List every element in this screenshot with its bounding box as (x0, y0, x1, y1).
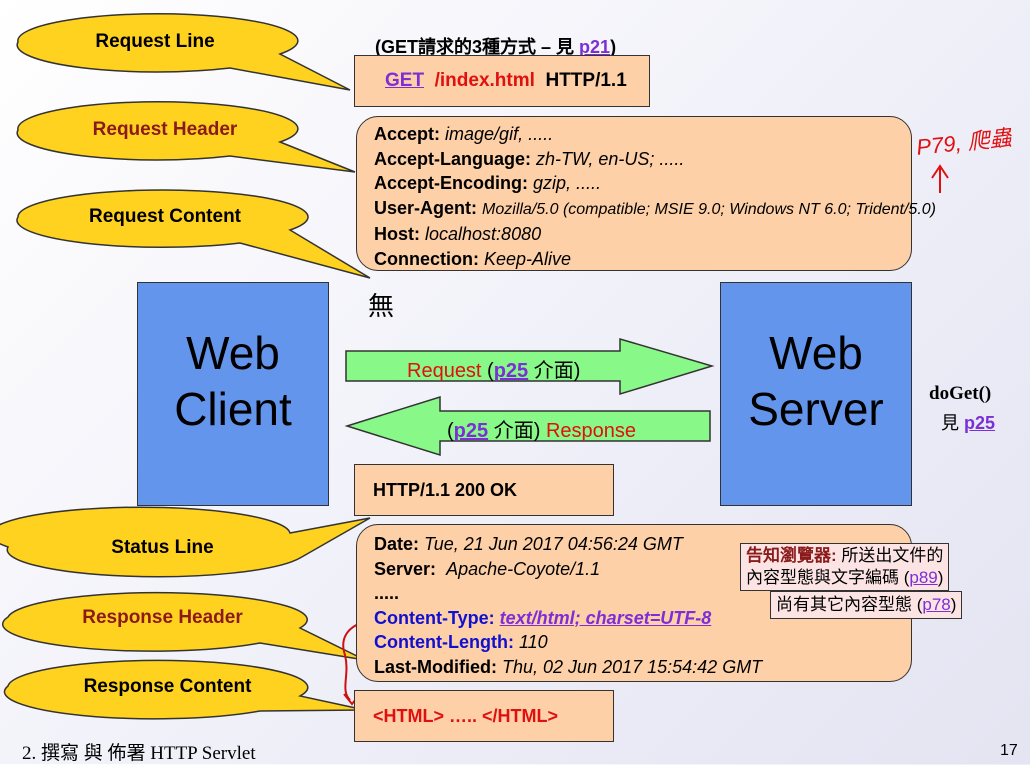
header-accept: Accept: image/gif, ..... (374, 124, 554, 144)
link-p25-response[interactable]: p25 (454, 420, 488, 442)
callout-request-header: Request Header (92, 119, 238, 140)
header-content-length: Content-Length: 110 (374, 632, 548, 652)
content-type-note: 告知瀏覽器: 所送出文件的 內容型態與文字編碼 (p89) (740, 543, 950, 591)
footer-page-number: 17 (1000, 742, 1018, 759)
header-dots: ..... (374, 583, 400, 603)
header-server: Server: Apache-Coyote/1.1 (374, 558, 601, 579)
request-arrow-label: Request (p25 介面) (407, 360, 581, 382)
response-arrow-label: (p25 介面) Response (447, 420, 636, 442)
header-accept-language: Accept-Language: zh-TW, en-US; ..... (374, 148, 685, 169)
link-p25-request[interactable]: p25 (494, 360, 528, 382)
header-content-type: Content-Type: text/html; charset=UTF-8 (374, 607, 712, 628)
request-method[interactable]: GET (385, 70, 424, 91)
response-content-box: <HTML> ….. </HTML> (354, 690, 614, 742)
header-connection: Connection: Keep-Alive (374, 248, 572, 269)
web-client-box: Web Client (137, 282, 329, 506)
header-host: Host: localhost:8080 (374, 224, 542, 244)
request-header-list: Accept: image/gif, ..... Accept-Language… (374, 122, 936, 271)
response-header-list: Date: Tue, 21 Jun 2017 04:56:24 GMT Serv… (374, 532, 762, 679)
callout-request-content-bubble (16, 189, 371, 279)
header-user-agent: User-Agent: Mozilla/5.0 (compatible; MSI… (374, 197, 936, 218)
doget-see: 見 p25 (941, 413, 996, 433)
link-p78[interactable]: p78 (922, 595, 950, 614)
header-accept-encoding: Accept-Encoding: gzip, ..... (374, 173, 602, 193)
web-server-box: Web Server (720, 282, 912, 506)
request-protocol: HTTP/1.1 (545, 70, 627, 91)
status-line-box: HTTP/1.1 200 OK (354, 464, 614, 516)
request-content-value: 無 (368, 291, 395, 321)
callout-request-content: Request Content (89, 206, 241, 227)
request-line-box: GET /index.html HTTP/1.1 (354, 55, 650, 107)
callout-request-line: Request Line (95, 31, 215, 52)
link-p21[interactable]: p21 (579, 37, 610, 57)
request-path: /index.html (434, 70, 535, 91)
status-line-text: HTTP/1.1 200 OK (373, 480, 518, 500)
request-header-box: Accept: image/gif, ..... Accept-Language… (356, 116, 936, 271)
other-content-types-note: 尚有其它內容型態 (p78) (770, 591, 963, 619)
footer-chapter: 2. 撰寫 與 佈署 HTTP Servlet (22, 743, 256, 764)
header-date: Date: Tue, 21 Jun 2017 04:56:24 GMT (374, 534, 683, 554)
doget-method: doGet() (929, 383, 992, 404)
header-last-modified: Last-Modified: Thu, 02 Jun 2017 15:54:42… (374, 656, 763, 677)
response-content-text: <HTML> ….. </HTML> (373, 706, 559, 726)
callout-response-header: Response Header (82, 607, 243, 628)
callout-status-line: Status Line (111, 537, 214, 558)
link-p89[interactable]: p89 (909, 568, 937, 587)
link-p25-doget[interactable]: p25 (964, 413, 995, 433)
callout-response-content: Response Content (83, 676, 252, 697)
